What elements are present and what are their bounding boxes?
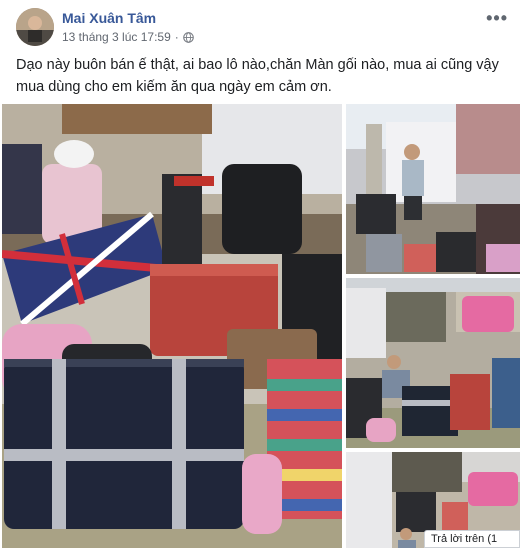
author-name[interactable]: Mai Xuân Tâm xyxy=(62,10,156,26)
globe-icon[interactable] xyxy=(182,31,194,43)
meta-separator: · xyxy=(174,30,179,44)
photo-seller-sitting[interactable] xyxy=(346,278,520,448)
photo-grid: Trả lời trên (1 xyxy=(0,104,520,548)
photo-street-stall[interactable]: Trả lời trên (1 xyxy=(346,452,520,548)
photo-seller-standing[interactable] xyxy=(346,104,520,274)
photo-main-luggage-pile[interactable] xyxy=(2,104,342,548)
more-options-icon[interactable]: ••• xyxy=(486,8,508,29)
post-text-line: Dạo này buôn bán ế thật, ai bao lô nào,c… xyxy=(16,57,499,73)
avatar-image xyxy=(16,8,54,46)
reply-chip[interactable]: Trả lời trên (1 xyxy=(424,530,520,548)
post-meta: 13 tháng 3 lúc 17:59 · xyxy=(62,30,194,44)
facebook-post: Mai Xuân Tâm 13 tháng 3 lúc 17:59 · ••• … xyxy=(0,0,520,548)
post-text-line: mua dùng cho em kiếm ăn qua ngày em cảm … xyxy=(16,79,332,95)
post-timestamp[interactable]: 13 tháng 3 lúc 17:59 xyxy=(62,30,171,44)
avatar[interactable] xyxy=(16,8,54,46)
post-text: Dạo này buôn bán ế thật, ai bao lô nào,c… xyxy=(16,54,506,98)
